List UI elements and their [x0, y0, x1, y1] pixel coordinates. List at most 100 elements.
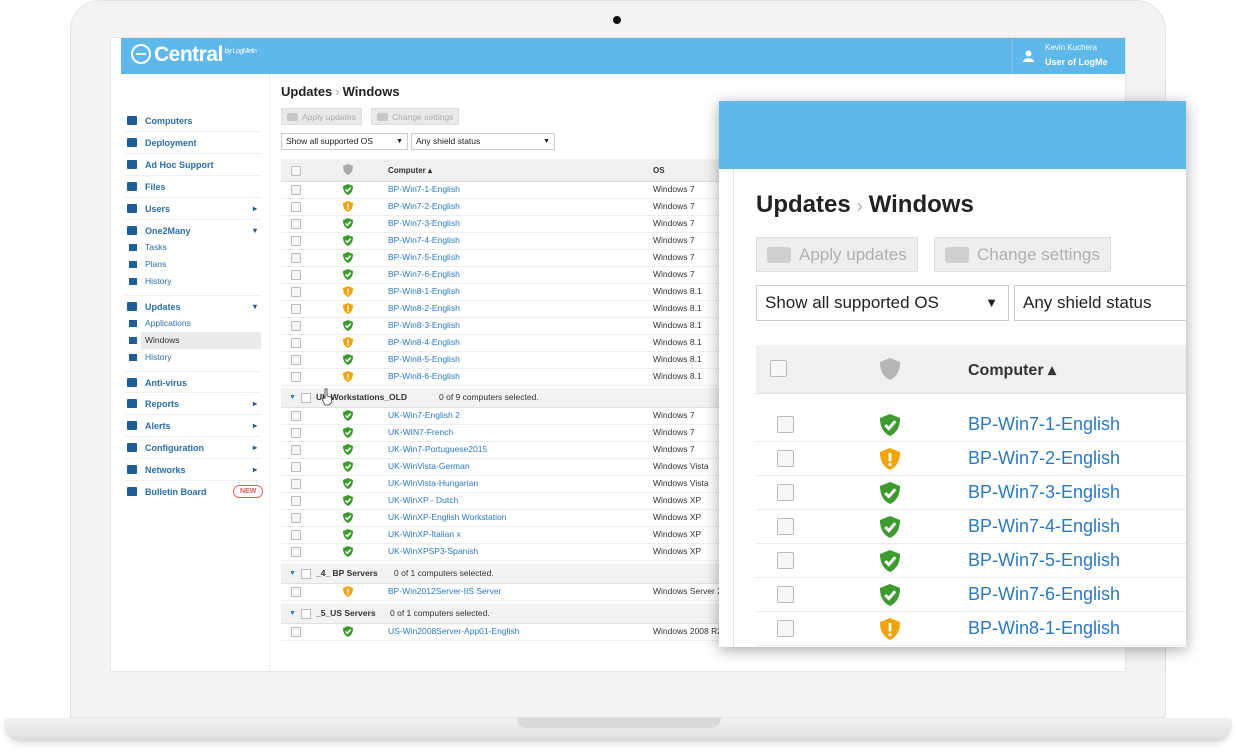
sidebar-item-networks[interactable]: Networks ▸ — [125, 459, 261, 481]
row-checkbox[interactable] — [291, 372, 301, 382]
zoom-os-filter-select[interactable]: Show all supported OS ▼ — [756, 285, 1009, 321]
group-checkbox[interactable] — [301, 569, 311, 579]
row-checkbox[interactable] — [291, 513, 301, 523]
column-os[interactable]: OS — [653, 166, 665, 175]
computer-name-link[interactable]: BP-Win8-4-English — [388, 334, 460, 351]
row-checkbox[interactable] — [291, 270, 301, 280]
computer-name-link[interactable]: BP-Win7-1-English — [388, 181, 460, 198]
table-row[interactable]: BP-Win8-1-English — [756, 611, 1186, 646]
computer-name-link[interactable]: UK-WinXPSP3-Spanish — [388, 543, 478, 560]
row-checkbox[interactable] — [291, 202, 301, 212]
computer-name-link[interactable]: BP-Win7-1-English — [968, 414, 1120, 435]
row-checkbox[interactable] — [291, 462, 301, 472]
table-row[interactable]: BP-Win7-1-English — [756, 407, 1186, 442]
sidebar-sub-updates-history[interactable]: History — [129, 349, 171, 366]
row-checkbox[interactable] — [291, 428, 301, 438]
column-computer[interactable]: Computer ▴ — [968, 360, 1056, 380]
computer-name-link[interactable]: UK-Win7-Portuguese2015 — [388, 441, 487, 458]
change-settings-button[interactable]: Change settings — [371, 108, 460, 125]
computer-name-link[interactable]: BP-Win8-2-English — [388, 300, 460, 317]
table-row[interactable]: BP-Win7-4-English — [756, 509, 1186, 544]
row-checkbox[interactable] — [777, 620, 794, 637]
column-computer[interactable]: Computer ▴ — [388, 166, 432, 175]
computer-name-link[interactable]: BP-Win7-4-English — [968, 516, 1120, 537]
group-checkbox[interactable] — [301, 393, 311, 403]
sidebar-sub-tasks[interactable]: Tasks — [129, 239, 167, 256]
computer-name-link[interactable]: UK-WinVista-German — [388, 458, 470, 475]
computer-name-link[interactable]: BP-Win7-4-English — [388, 232, 460, 249]
row-checkbox[interactable] — [291, 355, 301, 365]
computer-name-link[interactable]: BP-Win8-6-English — [388, 368, 460, 385]
table-row[interactable]: BP-Win7-5-English — [756, 543, 1186, 578]
row-checkbox[interactable] — [777, 416, 794, 433]
table-row[interactable]: BP-Win7-2-English — [756, 441, 1186, 476]
computer-name-link[interactable]: UK-WinXP - Dutch — [388, 492, 458, 509]
row-checkbox[interactable] — [291, 445, 301, 455]
row-checkbox[interactable] — [291, 479, 301, 489]
computer-name-link[interactable]: BP-Win8-3-English — [388, 317, 460, 334]
computer-name-link[interactable]: UK-WinXP-English Workstation — [388, 509, 506, 526]
zoom-change-settings-button[interactable]: Change settings — [934, 237, 1111, 272]
caret-down-icon[interactable]: ▼ — [289, 388, 296, 407]
computer-name-link[interactable]: BP-Win7-6-English — [968, 584, 1120, 605]
computer-name-link[interactable]: BP-Win7-2-English — [388, 198, 460, 215]
computer-name-link[interactable]: BP-Win7-5-English — [968, 550, 1120, 571]
table-row[interactable]: BP-Win7-6-English — [756, 577, 1186, 612]
table-row[interactable]: BP-Win7-3-English — [756, 475, 1186, 510]
sidebar-item-alerts[interactable]: Alerts ▸ — [125, 415, 261, 437]
sidebar-item-users[interactable]: Users ▸ — [125, 198, 261, 220]
os-filter-select[interactable]: Show all supported OS ▼ — [281, 133, 408, 150]
breadcrumb-parent[interactable]: Updates — [281, 84, 332, 99]
computer-name-link[interactable]: BP-Win7-3-English — [388, 215, 460, 232]
breadcrumb-parent[interactable]: Updates — [756, 191, 851, 218]
zoom-apply-updates-button[interactable]: Apply updates — [756, 237, 918, 272]
user-menu[interactable]: Kevin Kuchera User of LogMe — [1012, 38, 1125, 74]
computer-name-link[interactable]: BP-Win7-5-English — [388, 249, 460, 266]
group-checkbox[interactable] — [301, 609, 311, 619]
computer-name-link[interactable]: BP-Win8-1-English — [388, 283, 460, 300]
sidebar-item-adhoc-support[interactable]: Ad Hoc Support — [125, 154, 261, 176]
row-checkbox[interactable] — [291, 185, 301, 195]
row-checkbox[interactable] — [291, 547, 301, 557]
row-checkbox[interactable] — [291, 236, 301, 246]
computer-name-link[interactable]: UK-WIN7-French — [388, 424, 453, 441]
select-all-checkbox[interactable] — [291, 166, 301, 176]
shield-column-icon[interactable] — [343, 164, 353, 175]
computer-name-link[interactable]: BP-Win8-1-English — [968, 618, 1120, 639]
row-checkbox[interactable] — [291, 304, 301, 314]
select-all-checkbox[interactable] — [770, 360, 787, 377]
computer-name-link[interactable]: US-Win2008Server-App01-English — [388, 623, 519, 640]
row-checkbox[interactable] — [291, 411, 301, 421]
shield-column-icon[interactable] — [880, 358, 900, 380]
sidebar-sub-windows[interactable]: Windows — [129, 332, 261, 349]
computer-name-link[interactable]: BP-Win7-2-English — [968, 448, 1120, 469]
computer-name-link[interactable]: BP-Win2012Server-IIS Server — [388, 583, 501, 600]
apply-updates-button[interactable]: Apply updates — [281, 108, 362, 125]
sidebar-sub-history[interactable]: History — [129, 273, 171, 290]
row-checkbox[interactable] — [291, 496, 301, 506]
shield-filter-select[interactable]: Any shield status ▼ — [411, 133, 555, 150]
row-checkbox[interactable] — [291, 338, 301, 348]
row-checkbox[interactable] — [291, 627, 301, 637]
sidebar-sub-plans[interactable]: Plans — [129, 256, 166, 273]
caret-down-icon[interactable]: ▼ — [289, 564, 296, 583]
row-checkbox[interactable] — [291, 530, 301, 540]
row-checkbox[interactable] — [291, 253, 301, 263]
caret-down-icon[interactable]: ▼ — [289, 604, 296, 623]
app-logo[interactable]: Central by LogMeIn — [131, 43, 257, 67]
row-checkbox[interactable] — [777, 552, 794, 569]
row-checkbox[interactable] — [777, 518, 794, 535]
sidebar-item-computers[interactable]: Computers — [125, 110, 261, 132]
zoom-shield-filter-select[interactable]: Any shield status — [1014, 285, 1186, 321]
row-checkbox[interactable] — [291, 587, 301, 597]
row-checkbox[interactable] — [291, 287, 301, 297]
sidebar-item-deployment[interactable]: Deployment — [125, 132, 261, 154]
sidebar-item-antivirus[interactable]: Anti-virus — [125, 371, 261, 393]
row-checkbox[interactable] — [777, 450, 794, 467]
sidebar-item-configuration[interactable]: Configuration ▸ — [125, 437, 261, 459]
computer-name-link[interactable]: UK-Win7-English 2 — [388, 407, 460, 424]
row-checkbox[interactable] — [291, 219, 301, 229]
computer-name-link[interactable]: UK-WinVista-Hungarian — [388, 475, 478, 492]
sidebar-item-reports[interactable]: Reports ▸ — [125, 393, 261, 415]
sidebar-item-bulletin-board[interactable]: Bulletin Board NEW — [125, 481, 264, 503]
